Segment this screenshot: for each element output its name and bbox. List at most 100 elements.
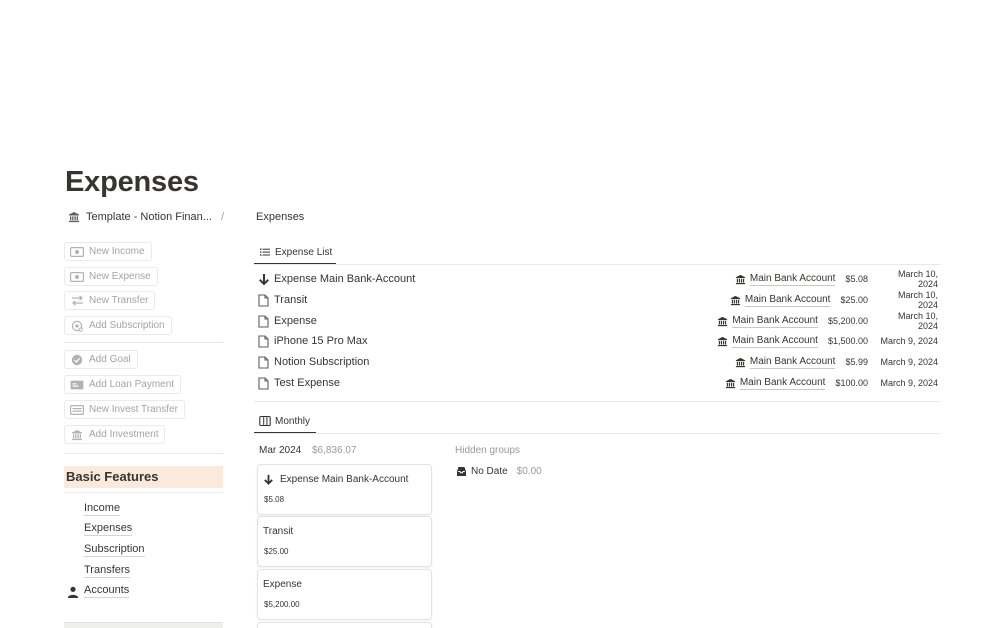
row-date: March 9, 2024: [880, 336, 938, 346]
nav-link-transfers[interactable]: Transfers: [84, 564, 131, 578]
row-date: March 10, 2024: [897, 269, 938, 289]
row-account[interactable]: Main Bank Account: [735, 356, 836, 369]
cash-icon: [70, 246, 84, 258]
card-name: Expense Main Bank-Account: [280, 474, 409, 485]
list-top-border: [254, 264, 941, 265]
banknote-icon: [70, 379, 84, 391]
card-amount: $5,200.00: [264, 600, 300, 609]
row-amount: $100.00: [835, 378, 868, 388]
bank-icon: [735, 274, 746, 285]
card-amount: $5.08: [264, 495, 285, 504]
table-row[interactable]: Expense Main Bank Account $5,200.00 Marc…: [258, 311, 938, 331]
table-row[interactable]: iPhone 15 Pro Max Main Bank Account $1,5…: [258, 331, 938, 351]
group-title: Mar 2024: [259, 445, 302, 456]
row-amount: $5,200.00: [827, 316, 868, 326]
new-expense-button[interactable]: New Expense: [64, 267, 158, 286]
card-name: Transit: [263, 526, 294, 537]
breadcrumb-separator: /: [220, 211, 225, 223]
arrow-down-icon: [258, 273, 270, 286]
page-icon: [258, 376, 270, 390]
bank-icon: [68, 211, 80, 223]
list-bottom-border: [254, 401, 941, 402]
add-goal-label: Add Goal: [89, 354, 131, 365]
row-date: March 10, 2024: [897, 290, 938, 310]
board-card[interactable]: Transit $25.00: [257, 516, 432, 567]
add-loan-payment-label: Add Loan Payment: [89, 379, 175, 390]
nav-link-accounts[interactable]: Accounts: [84, 584, 130, 598]
board-card[interactable]: Expense $5,200.00: [257, 569, 432, 620]
new-invest-transfer-button[interactable]: New Invest Transfer: [64, 400, 185, 419]
basic-features-heading: Basic Features: [64, 466, 223, 488]
nav-link-income[interactable]: Income: [84, 502, 121, 516]
left-divider: [64, 342, 223, 343]
subscription-icon: [70, 320, 84, 332]
breadcrumb-parent-link[interactable]: Template - Notion Finan...: [86, 211, 212, 223]
row-date: March 9, 2024: [880, 378, 938, 388]
row-name: Notion Subscription: [274, 356, 370, 368]
bank-icon: [717, 316, 728, 327]
inbox-icon: [456, 466, 467, 477]
new-income-button[interactable]: New Income: [64, 242, 152, 261]
table-row[interactable]: Transit Main Bank Account $25.00 March 1…: [258, 290, 938, 310]
row-name: Transit: [274, 294, 308, 306]
tab-monthly[interactable]: Monthly: [259, 414, 310, 428]
new-income-label: New Income: [89, 246, 145, 257]
tab-monthly-label: Monthly: [275, 415, 311, 427]
next-section-heading: [64, 622, 223, 628]
add-loan-payment-button[interactable]: Add Loan Payment: [64, 375, 182, 394]
nav-link-subscription[interactable]: Subscription: [84, 543, 145, 557]
row-account[interactable]: Main Bank Account: [725, 377, 826, 390]
row-account[interactable]: Main Bank Account: [730, 294, 831, 307]
add-subscription-button[interactable]: Add Subscription: [64, 316, 172, 335]
no-date-group[interactable]: No Date $0.00: [456, 466, 542, 477]
row-amount: $25.00: [840, 295, 868, 305]
row-name: Expense: [274, 315, 317, 327]
row-account[interactable]: Main Bank Account: [717, 335, 818, 348]
page-title: Expenses: [65, 166, 199, 198]
add-investment-button[interactable]: Add Investment: [64, 425, 166, 444]
row-amount: $1,500.00: [827, 336, 868, 346]
bank-icon: [70, 429, 84, 441]
row-date: March 9, 2024: [880, 357, 938, 367]
left-divider: [64, 453, 223, 454]
row-amount: $5.99: [845, 357, 868, 367]
board-icon: [259, 415, 271, 427]
card-name: Expense: [263, 579, 302, 590]
list-icon: [259, 246, 271, 258]
check-circle-icon: [70, 354, 84, 366]
page-icon: [258, 293, 270, 307]
tab-expense-list-label: Expense List: [275, 246, 333, 258]
breadcrumb-current[interactable]: Expenses: [256, 210, 304, 224]
row-name: Expense Main Bank-Account: [274, 273, 416, 285]
row-account[interactable]: Main Bank Account: [735, 273, 836, 286]
add-goal-button[interactable]: Add Goal: [64, 350, 138, 369]
new-transfer-label: New Transfer: [89, 295, 149, 306]
row-name: iPhone 15 Pro Max: [274, 335, 368, 347]
person-icon: [67, 585, 79, 598]
board-card[interactable]: Expense Main Bank-Account $5.08: [257, 464, 432, 515]
no-date-sum: $0.00: [516, 466, 542, 477]
bills-icon: [70, 404, 84, 416]
hidden-groups-label: Hidden groups: [455, 445, 521, 456]
page-icon: [258, 314, 270, 328]
breadcrumb: Template - Notion Finan... /: [68, 210, 224, 224]
nav-link-expenses[interactable]: Expenses: [84, 522, 133, 536]
board-card[interactable]: [257, 622, 432, 628]
board-top-border: [254, 433, 941, 434]
row-account[interactable]: Main Bank Account: [717, 315, 818, 328]
cash-icon: [70, 271, 84, 283]
add-subscription-label: Add Subscription: [89, 320, 165, 331]
tab-expense-list[interactable]: Expense List: [259, 245, 332, 259]
bank-icon: [725, 378, 736, 389]
table-row[interactable]: Test Expense Main Bank Account $100.00 M…: [258, 373, 938, 393]
row-date: March 10, 2024: [897, 311, 938, 331]
new-transfer-button[interactable]: New Transfer: [64, 291, 156, 310]
row-amount: $5.08: [845, 274, 868, 284]
bank-icon: [730, 295, 741, 306]
group-sum: $6,836.07: [312, 445, 357, 456]
table-row[interactable]: Expense Main Bank-Account Main Bank Acco…: [258, 269, 938, 289]
page-icon: [258, 334, 270, 348]
table-row[interactable]: Notion Subscription Main Bank Account $5…: [258, 352, 938, 372]
bank-icon: [735, 357, 746, 368]
card-amount: $25.00: [264, 547, 289, 556]
